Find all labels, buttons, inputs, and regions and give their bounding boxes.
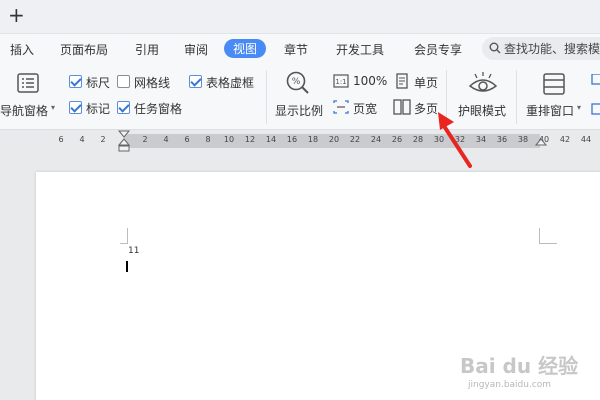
rearrange-window-icon [543,73,565,95]
watermark-logo: Bai du 经验 [460,354,579,378]
zoom-icon: % [286,71,309,94]
ruler-tick: 28 [412,135,424,144]
ribbon-separator [516,70,517,124]
ruler-tick: 14 [265,135,277,144]
watermark-url: jingyan.baidu.com [468,380,552,390]
ribbon-separator [266,70,267,124]
ruler-tick: 8 [205,135,211,144]
tab-insert[interactable]: 插入 [10,41,34,58]
ruler-tick: 36 [496,135,508,144]
ribbon-tab-row: 插入 页面布局 引用 审阅 视图 章节 开发工具 会员专享 查找功能、搜索模 [0,34,600,64]
search-input[interactable]: 查找功能、搜索模 [482,37,600,60]
ruler-tick: 6 [184,135,190,144]
ruler-tick: 16 [286,135,298,144]
more-window-tools-icon[interactable] [590,74,600,118]
ruler-tick: 20 [328,135,340,144]
ruler-tick: 4 [79,135,85,144]
actual-size-icon: 1:1 [333,74,349,88]
ruler-tick: 10 [223,135,235,144]
nav-pane-button[interactable]: 导航窗格 [0,102,48,119]
ruler-tick: 34 [475,135,487,144]
tab-view[interactable]: 视图 [224,39,267,58]
table-gridlines-checkbox[interactable] [189,75,202,88]
tab-references[interactable]: 引用 [135,41,159,58]
page-width-button[interactable]: 页宽 [353,100,377,117]
task-pane-label: 任务窗格 [134,102,183,116]
ruler-checkbox[interactable] [69,75,82,88]
search-placeholder: 查找功能、搜索模 [504,42,600,56]
nav-pane-dropdown-icon[interactable]: ▾ [51,103,55,112]
ruler-tick: 4 [163,135,169,144]
indent-marker-icon[interactable] [118,130,130,152]
page-width-icon [333,100,349,114]
margin-corner-top-left [120,228,128,244]
svg-text:%: % [292,77,301,87]
tab-sections[interactable]: 章节 [284,41,308,58]
marks-label: 标记 [86,102,111,116]
gridlines-checkbox[interactable] [117,75,130,88]
search-icon [489,42,501,54]
single-page-button[interactable]: 单页 [414,74,438,91]
rearrange-window-dropdown-icon[interactable]: ▾ [577,103,581,112]
tab-developer[interactable]: 开发工具 [336,41,384,58]
zoom-button[interactable]: 显示比例 [275,102,323,119]
svg-text:1:1: 1:1 [335,78,346,86]
tab-review[interactable]: 审阅 [184,41,208,58]
tab-page-layout[interactable]: 页面布局 [60,41,108,58]
page-number: 11 [128,246,140,256]
tab-member[interactable]: 会员专享 [414,41,462,58]
ruler-tick: 12 [244,135,256,144]
ruler-tick: 18 [307,135,319,144]
task-pane-checkbox[interactable] [117,101,130,114]
marks-checkbox[interactable] [69,101,82,114]
new-tab-button[interactable]: + [8,5,25,25]
eye-icon [468,72,498,92]
ruler-tick: 26 [391,135,403,144]
ribbon-toolbar: 导航窗格 ▾ 标尺 网格线 表格虚框 标记 任务窗格 % 显示比例 1:1 10… [0,64,600,130]
ruler-tick: 42 [559,135,571,144]
ruler-tick: 24 [370,135,382,144]
nav-pane-icon [17,73,39,93]
title-bar: + [0,0,600,34]
table-gridlines-label: 表格虚框 [206,76,255,90]
multi-page-icon [393,99,411,115]
ruler-tick: 22 [349,135,361,144]
single-page-icon [396,73,408,89]
right-indent-marker-icon[interactable] [535,138,547,150]
horizontal-ruler[interactable]: 6 4 2 2 4 6 8 10 12 14 16 18 20 22 24 26… [0,130,600,152]
margin-corner-top-right [539,228,557,244]
gridlines-label: 网格线 [134,76,171,90]
ruler-tick: 2 [100,135,106,144]
zoom-100-button[interactable]: 100% [353,74,387,88]
rearrange-window-button[interactable]: 重排窗口 [526,102,574,119]
ruler-tick: 38 [517,135,529,144]
ruler-tick: 44 [580,135,592,144]
annotation-arrow-icon [438,112,472,168]
ruler-tick: 2 [142,135,148,144]
ruler-tick: 6 [58,135,64,144]
ruler-label: 标尺 [86,76,111,90]
text-cursor [126,261,128,272]
